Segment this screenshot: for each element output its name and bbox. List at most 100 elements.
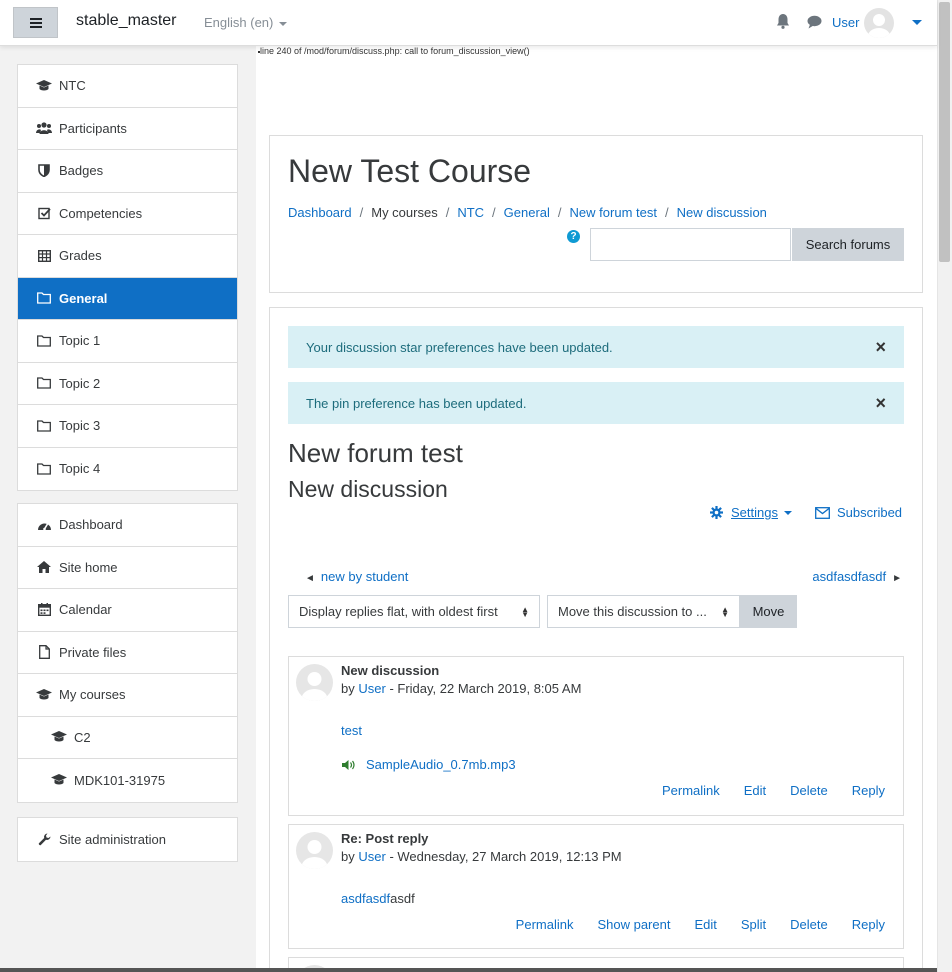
nav-item-site-home[interactable]: Site home xyxy=(18,547,237,589)
nav-item-topic-3[interactable]: Topic 3 xyxy=(18,405,237,448)
discussion-title: New discussion xyxy=(288,476,448,502)
nav-item-label: NTC xyxy=(59,78,86,94)
breadcrumb-forum[interactable]: New forum test xyxy=(570,205,657,220)
display-mode-select[interactable]: Display replies flat, with oldest first … xyxy=(288,595,540,628)
graduation-cap-icon xyxy=(36,688,52,701)
close-icon[interactable]: × xyxy=(875,393,886,414)
reply-link[interactable]: Reply xyxy=(852,783,885,798)
nav-item-private-files[interactable]: Private files xyxy=(18,632,237,674)
byline-prefix: by xyxy=(341,681,355,696)
close-icon[interactable]: × xyxy=(875,337,886,358)
post-author-link[interactable]: User xyxy=(358,681,385,696)
post-date: - Wednesday, 27 March 2019, 12:13 PM xyxy=(389,849,622,864)
nav-item-label: My courses xyxy=(59,687,126,703)
language-menu[interactable]: English (en) xyxy=(204,15,288,30)
alert-message: Your discussion star preferences have be… xyxy=(306,339,613,355)
split-link[interactable]: Split xyxy=(741,917,766,932)
display-mode-value: Display replies flat, with oldest first xyxy=(299,604,498,619)
breadcrumb-separator: / xyxy=(557,205,562,220)
checkbox-icon xyxy=(36,207,52,220)
nav-item-calendar[interactable]: Calendar xyxy=(18,589,237,632)
breadcrumb-general[interactable]: General xyxy=(504,205,550,220)
nav-item-topic-1[interactable]: Topic 1 xyxy=(18,320,237,363)
forum-post: Re: Post reply by User - Wednesday, 27 M… xyxy=(288,824,904,949)
breadcrumb-discussion[interactable]: New discussion xyxy=(677,205,767,220)
permalink-link[interactable]: Permalink xyxy=(662,783,720,798)
folder-icon xyxy=(36,335,52,347)
nav-item-course-c2[interactable]: C2 xyxy=(18,717,237,759)
reply-link[interactable]: Reply xyxy=(852,917,885,932)
caret-down-icon xyxy=(279,21,288,26)
user-name[interactable]: User xyxy=(832,15,859,30)
attachment-link[interactable]: SampleAudio_0.7mb.mp3 xyxy=(366,757,516,772)
nav-item-ntc[interactable]: NTC xyxy=(18,65,237,108)
delete-link[interactable]: Delete xyxy=(790,917,828,932)
alert-star-preferences: Your discussion star preferences have be… xyxy=(288,326,904,368)
breadcrumb: Dashboard / My courses / NTC / General / New for… xyxy=(288,205,767,220)
settings-menu-button[interactable]: Settings xyxy=(710,505,792,520)
nav-item-label: Competencies xyxy=(59,205,143,221)
calendar-icon xyxy=(36,603,52,617)
nav-item-my-courses[interactable]: My courses xyxy=(18,674,237,717)
post-message[interactable]: test xyxy=(341,723,362,738)
folder-icon xyxy=(36,377,52,389)
file-icon xyxy=(36,645,52,660)
nav-item-participants[interactable]: Participants xyxy=(18,108,237,150)
nav-item-badges[interactable]: Badges xyxy=(18,150,237,193)
nav-item-label: Topic 2 xyxy=(59,375,101,391)
scrollbar-thumb[interactable] xyxy=(939,2,950,262)
nav-item-dashboard[interactable]: Dashboard xyxy=(18,504,237,547)
nav-item-competencies[interactable]: Competencies xyxy=(18,193,237,235)
move-discussion-select[interactable]: Move this discussion to ... ▲ ▼ xyxy=(547,595,740,628)
edit-link[interactable]: Edit xyxy=(744,783,766,798)
nav-item-grades[interactable]: Grades xyxy=(18,235,237,278)
previous-discussion-link[interactable]: ◄ new by student xyxy=(305,569,408,584)
post-author-link[interactable]: User xyxy=(358,849,385,864)
user-avatar[interactable] xyxy=(864,8,894,38)
post-subject: New discussion xyxy=(341,663,440,678)
notifications-bell-icon[interactable] xyxy=(776,14,790,32)
audio-file-icon xyxy=(342,759,355,770)
nav-item-topic-4[interactable]: Topic 4 xyxy=(18,448,237,491)
edit-link[interactable]: Edit xyxy=(694,917,716,932)
graduation-cap-icon xyxy=(51,731,67,743)
discussion-card: Your discussion star preferences have be… xyxy=(269,307,923,972)
page-scrollbar[interactable] xyxy=(937,0,952,972)
breadcrumb-dashboard[interactable]: Dashboard xyxy=(288,205,352,220)
messages-chat-icon[interactable] xyxy=(807,15,822,32)
help-icon[interactable]: ? xyxy=(567,230,580,243)
nav-item-general[interactable]: General xyxy=(18,277,237,320)
author-avatar[interactable] xyxy=(296,664,333,701)
post-subject: Re: Post reply xyxy=(341,831,429,846)
wrench-icon xyxy=(36,833,52,846)
page-header-card: New Test Course Dashboard / My courses / NTC… xyxy=(269,135,923,293)
folder-icon xyxy=(36,463,52,475)
delete-link[interactable]: Delete xyxy=(790,783,828,798)
user-menu-caret-icon[interactable] xyxy=(912,20,922,25)
course-nav-block: NTC Participants Badges Competencies Gra… xyxy=(17,64,238,491)
menu-toggle-button[interactable] xyxy=(13,7,58,38)
post-message-link[interactable]: asdfasdf xyxy=(341,891,390,906)
site-nav-block: Dashboard Site home Calendar Private fil… xyxy=(17,503,238,803)
previous-discussion-label: new by student xyxy=(320,569,409,584)
search-forums-button[interactable]: Search forums xyxy=(792,228,904,261)
nav-item-site-administration[interactable]: Site administration xyxy=(18,818,237,861)
nav-item-label: Site home xyxy=(59,559,118,575)
move-button[interactable]: Move xyxy=(740,595,797,628)
next-discussion-link[interactable]: asdfasdfasdf ► xyxy=(812,569,902,584)
breadcrumb-ntc[interactable]: NTC xyxy=(457,205,484,220)
author-avatar[interactable] xyxy=(296,832,333,869)
nav-item-course-mdk101[interactable]: MDK101-31975 xyxy=(18,759,237,802)
search-forums-input[interactable] xyxy=(590,228,791,261)
folder-icon xyxy=(36,292,52,304)
nav-item-label: Private files xyxy=(59,644,127,660)
site-name-link[interactable]: stable_master xyxy=(76,12,177,30)
graduation-cap-icon xyxy=(51,774,67,786)
permalink-link[interactable]: Permalink xyxy=(516,917,574,932)
tachometer-icon xyxy=(36,519,52,531)
gear-icon xyxy=(710,506,723,519)
post-commands: Permalink Edit Delete Reply xyxy=(638,783,885,798)
show-parent-link[interactable]: Show parent xyxy=(597,917,670,932)
subscribed-toggle[interactable]: Subscribed xyxy=(815,505,902,520)
nav-item-topic-2[interactable]: Topic 2 xyxy=(18,363,237,405)
